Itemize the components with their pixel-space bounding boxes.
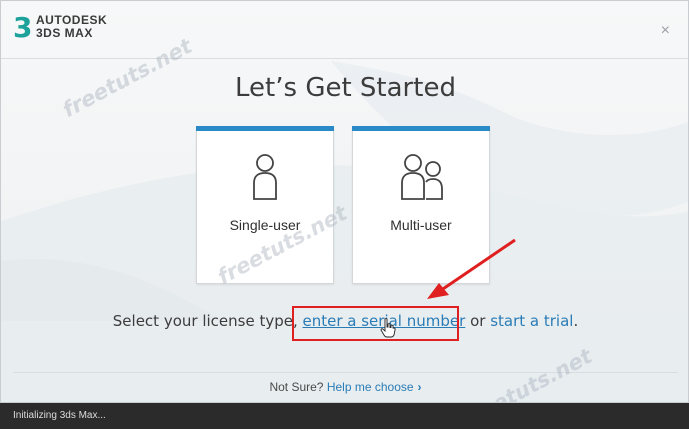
help-row: Not Sure? Help me choose › xyxy=(1,380,688,394)
status-text: Initializing 3ds Max... xyxy=(13,410,106,421)
header-divider xyxy=(1,58,688,59)
single-user-icon xyxy=(253,154,277,200)
license-dialog: 3 AUTODESK 3DS MAX × Let’s Get Started S… xyxy=(0,0,689,403)
chevron-right-icon[interactable]: › xyxy=(418,380,422,394)
multi-user-label: Multi-user xyxy=(390,217,452,233)
single-user-card[interactable]: Single-user xyxy=(196,126,334,284)
brand-text: AUTODESK 3DS MAX xyxy=(36,14,107,40)
period-text: . xyxy=(573,312,579,330)
annotation-arrow-icon xyxy=(427,238,516,299)
footer-divider xyxy=(13,372,678,373)
close-icon[interactable]: × xyxy=(661,23,670,39)
single-user-label: Single-user xyxy=(229,217,301,233)
start-trial-link[interactable]: start a trial xyxy=(490,312,573,330)
license-prefix-text: Select your license type, xyxy=(112,312,303,330)
card-accent-bar xyxy=(352,126,490,131)
background-art xyxy=(1,61,688,402)
annotation-highlight-box xyxy=(292,306,459,341)
not-sure-text: Not Sure? xyxy=(269,380,324,394)
multi-user-icon xyxy=(401,154,443,200)
help-me-choose-link[interactable]: Help me choose xyxy=(327,380,414,394)
autodesk-logo: 3 AUTODESK 3DS MAX xyxy=(13,13,107,43)
brand-line-2: 3DS MAX xyxy=(36,26,93,40)
hand-cursor-icon xyxy=(380,318,396,338)
3ds-max-logo-icon: 3 xyxy=(13,11,33,44)
page-title: Let’s Get Started xyxy=(235,73,456,103)
card-accent-bar xyxy=(196,126,334,131)
or-text: or xyxy=(465,312,491,330)
status-bar: Initializing 3ds Max... xyxy=(0,403,689,429)
